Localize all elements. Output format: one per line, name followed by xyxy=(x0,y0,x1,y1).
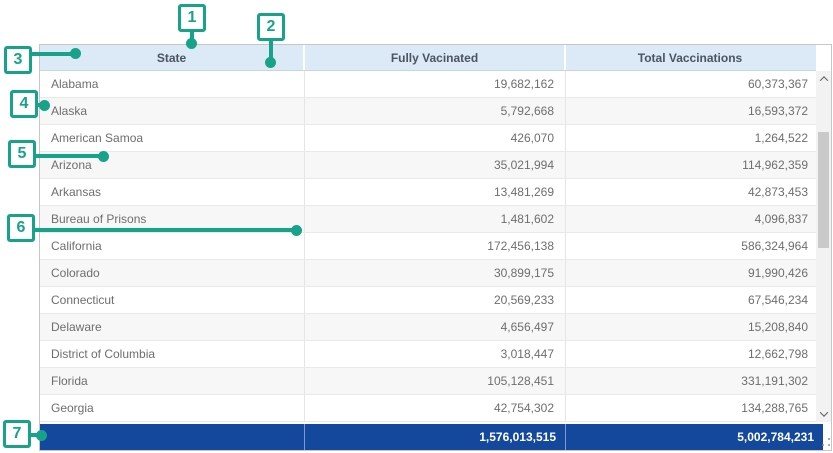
cell-total-vaccinations: 4,096,837 xyxy=(566,206,816,232)
table-row[interactable]: Alaska5,792,66816,593,372 xyxy=(40,98,816,125)
cell-total-vaccinations: 1,264,522 xyxy=(566,125,816,151)
callout-6-stem xyxy=(34,228,293,232)
scrollbar-thumb[interactable] xyxy=(818,132,829,248)
cell-total-vaccinations: 42,873,453 xyxy=(566,179,816,205)
callout-1-box: 1 xyxy=(178,4,206,32)
cell-state: American Samoa xyxy=(40,125,305,151)
cell-total-vaccinations: 91,990,426 xyxy=(566,260,816,286)
cell-fully-vacinated: 13,481,269 xyxy=(305,179,566,205)
callout-5-dot xyxy=(98,151,109,162)
scroll-up-button[interactable] xyxy=(816,71,831,87)
table-row[interactable]: Colorado30,899,17591,990,426 xyxy=(40,260,816,287)
cell-state: Georgia xyxy=(40,395,305,421)
cell-state: Alaska xyxy=(40,98,305,124)
table-row[interactable]: Florida105,128,451331,191,302 xyxy=(40,368,816,395)
table-header-row: State Fully Vacinated Total Vaccinations xyxy=(40,45,816,71)
column-header-state[interactable]: State xyxy=(40,45,305,70)
cell-total-vaccinations: 16,593,372 xyxy=(566,98,816,124)
table-row[interactable]: California172,456,138586,324,964 xyxy=(40,233,816,260)
chevron-down-icon xyxy=(819,408,827,416)
cell-fully-vacinated: 4,656,497 xyxy=(305,314,566,340)
cell-state: California xyxy=(40,233,305,259)
callout-2-box: 2 xyxy=(257,13,285,41)
callout-4-box: 4 xyxy=(10,90,38,118)
table-row[interactable]: Arizona35,021,994114,962,359 xyxy=(40,152,816,179)
callout-6-box: 6 xyxy=(7,214,35,242)
table-row[interactable]: Arkansas13,481,26942,873,453 xyxy=(40,179,816,206)
callout-4-dot xyxy=(39,100,50,111)
table-row[interactable]: Connecticut20,569,23367,546,234 xyxy=(40,287,816,314)
totals-total-vaccinations-cell: 5,002,784,231 xyxy=(566,424,823,450)
cell-total-vaccinations: 12,662,798 xyxy=(566,341,816,367)
cell-fully-vacinated: 42,754,302 xyxy=(305,395,566,421)
callout-1-dot xyxy=(186,38,197,49)
resize-grip[interactable] xyxy=(821,437,832,448)
vaccinations-table: State Fully Vacinated Total Vaccinations… xyxy=(39,44,832,451)
table-row[interactable]: Delaware4,656,49715,208,840 xyxy=(40,314,816,341)
scroll-down-button[interactable] xyxy=(816,406,831,422)
cell-state: Connecticut xyxy=(40,287,305,313)
table-row[interactable]: Georgia42,754,302134,288,765 xyxy=(40,395,816,422)
cell-fully-vacinated: 426,070 xyxy=(305,125,566,151)
chevron-up-icon xyxy=(819,76,827,84)
callout-5-stem xyxy=(35,154,100,158)
cell-total-vaccinations: 67,546,234 xyxy=(566,287,816,313)
cell-total-vaccinations: 586,324,964 xyxy=(566,233,816,259)
cell-total-vaccinations: 331,191,302 xyxy=(566,368,816,394)
totals-fully-vacinated-cell: 1,576,013,515 xyxy=(305,424,566,450)
cell-fully-vacinated: 20,569,233 xyxy=(305,287,566,313)
callout-3-box: 3 xyxy=(4,46,32,74)
totals-state-cell xyxy=(40,424,305,450)
table-body: Alabama19,682,16260,373,367Alaska5,792,6… xyxy=(40,71,816,422)
callout-3-dot xyxy=(70,48,81,59)
column-header-total-vaccinations[interactable]: Total Vaccinations xyxy=(566,45,814,70)
cell-fully-vacinated: 3,018,447 xyxy=(305,341,566,367)
cell-fully-vacinated: 172,456,138 xyxy=(305,233,566,259)
cell-total-vaccinations: 60,373,367 xyxy=(566,71,816,97)
column-header-fully-vacinated[interactable]: Fully Vacinated xyxy=(305,45,566,70)
cell-fully-vacinated: 19,682,162 xyxy=(305,71,566,97)
callout-5-box: 5 xyxy=(8,140,36,168)
table-row[interactable]: District of Columbia3,018,44712,662,798 xyxy=(40,341,816,368)
cell-state: Colorado xyxy=(40,260,305,286)
cell-state: Alabama xyxy=(40,71,305,97)
cell-fully-vacinated: 105,128,451 xyxy=(305,368,566,394)
callout-6-dot xyxy=(291,225,302,236)
cell-total-vaccinations: 15,208,840 xyxy=(566,314,816,340)
table-row[interactable]: Alabama19,682,16260,373,367 xyxy=(40,71,816,98)
table-row[interactable]: American Samoa426,0701,264,522 xyxy=(40,125,816,152)
callout-2-dot xyxy=(265,57,276,68)
cell-total-vaccinations: 134,288,765 xyxy=(566,395,816,421)
cell-state: Delaware xyxy=(40,314,305,340)
totals-row: 1,576,013,515 5,002,784,231 xyxy=(40,424,823,450)
cell-fully-vacinated: 30,899,175 xyxy=(305,260,566,286)
cell-state: Florida xyxy=(40,368,305,394)
callout-7-box: 7 xyxy=(3,420,31,448)
cell-fully-vacinated: 1,481,602 xyxy=(305,206,566,232)
cell-state: District of Columbia xyxy=(40,341,305,367)
cell-total-vaccinations: 114,962,359 xyxy=(566,152,816,178)
cell-fully-vacinated: 35,021,994 xyxy=(305,152,566,178)
cell-fully-vacinated: 5,792,668 xyxy=(305,98,566,124)
callout-7-dot xyxy=(36,430,47,441)
vertical-scrollbar[interactable] xyxy=(816,71,831,422)
cell-state: Arkansas xyxy=(40,179,305,205)
